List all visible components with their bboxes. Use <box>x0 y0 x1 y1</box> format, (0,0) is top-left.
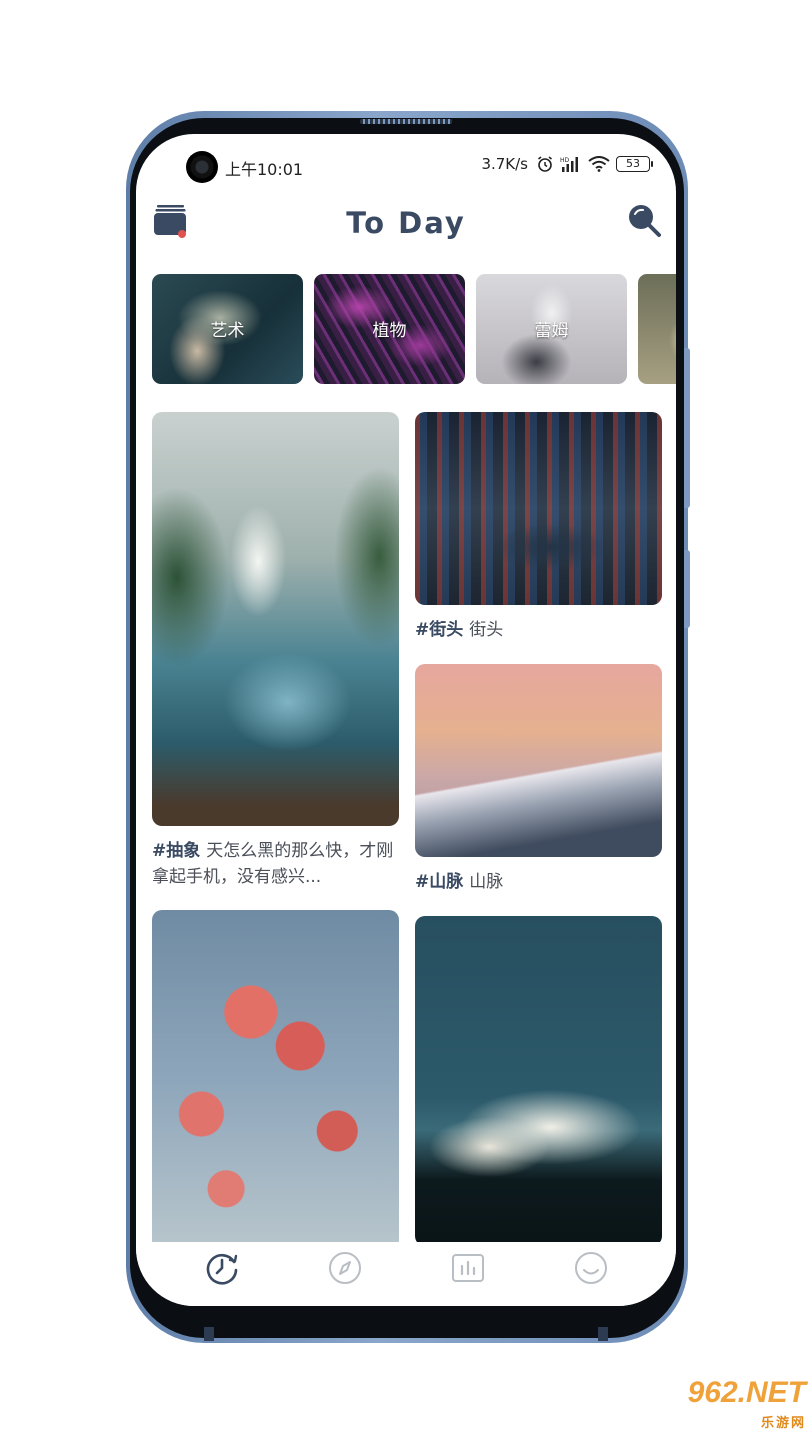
frame-antenna-line <box>204 1327 214 1341</box>
frame-antenna-line <box>598 1327 608 1341</box>
category-label: 植物 <box>372 321 407 341</box>
wallpaper-feed: #抽象 天怎么黑的那么快，才刚拿起手机，没有感兴... #街头 街头 #山脉 山脉 <box>136 404 676 1242</box>
speaker-grille <box>360 119 452 124</box>
network-speed: 3.7K/s <box>481 155 528 173</box>
category-label: 艺术 <box>210 321 245 341</box>
battery-icon: 53 <box>616 156 653 172</box>
feed-card-mountain[interactable]: #山脉 山脉 <box>415 664 662 895</box>
card-caption: #抽象 天怎么黑的那么快，才刚拿起手机，没有感兴... <box>152 838 399 890</box>
feed-card-flowers[interactable] <box>152 910 399 1242</box>
category-chip-plant[interactable]: 植物 <box>314 274 465 384</box>
card-image[interactable] <box>415 664 662 857</box>
front-camera <box>186 151 218 183</box>
category-chip-rem[interactable]: 蕾姆 <box>476 274 627 384</box>
wifi-icon <box>588 156 610 172</box>
nav-today-button[interactable] <box>202 1250 242 1290</box>
nav-discover-button[interactable] <box>325 1250 365 1290</box>
today-clock-icon <box>204 1250 240 1290</box>
app-screen: 上午10:01 3.7K/s HD 53 To Day 艺术 植物 蕾姆 #抽象… <box>136 134 676 1306</box>
nav-profile-button[interactable] <box>571 1250 611 1290</box>
watermark-sub: 乐游网 <box>760 1415 806 1430</box>
card-image[interactable] <box>415 916 662 1242</box>
category-chip-art[interactable]: 艺术 <box>152 274 303 384</box>
status-indicators: 3.7K/s HD 53 <box>481 155 653 173</box>
card-caption: #街头 街头 <box>415 617 662 643</box>
card-text: 山脉 <box>469 872 504 892</box>
compass-icon <box>328 1251 362 1289</box>
category-strip: 艺术 植物 蕾姆 <box>152 274 676 386</box>
site-watermark: 962.NET 乐游网 <box>688 1378 806 1438</box>
feed-card-abstract[interactable]: #抽象 天怎么黑的那么快，才刚拿起手机，没有感兴... <box>152 412 399 890</box>
feed-card-street[interactable]: #街头 街头 <box>415 412 662 643</box>
volume-button <box>684 348 690 508</box>
card-tag[interactable]: #街头 <box>415 620 463 640</box>
card-tag[interactable]: #抽象 <box>152 841 200 861</box>
smiley-profile-icon <box>574 1251 608 1289</box>
alarm-icon <box>536 155 554 173</box>
status-bar: 上午10:01 3.7K/s HD 53 <box>136 134 676 198</box>
bottom-navigation <box>136 1242 676 1306</box>
watermark-main: 962.NET <box>687 1376 806 1409</box>
card-image[interactable] <box>152 910 399 1242</box>
feed-card-clouds[interactable] <box>415 916 662 1242</box>
status-time: 上午10:01 <box>225 160 304 179</box>
card-caption: #山脉 山脉 <box>415 869 662 895</box>
category-chip-more[interactable] <box>638 274 676 384</box>
card-text: 街头 <box>469 620 504 640</box>
search-icon[interactable] <box>626 202 662 238</box>
card-tag[interactable]: #山脉 <box>415 872 463 892</box>
category-label: 蕾姆 <box>534 321 569 341</box>
app-header: To Day <box>136 198 676 258</box>
nav-stats-button[interactable] <box>448 1250 488 1290</box>
chart-icon <box>451 1251 485 1289</box>
hd-signal-icon: HD <box>560 156 582 172</box>
power-button <box>684 550 690 628</box>
card-image[interactable] <box>152 412 399 826</box>
card-image[interactable] <box>415 412 662 605</box>
page-title: To Day <box>346 206 466 240</box>
svg-text:HD: HD <box>560 157 570 164</box>
